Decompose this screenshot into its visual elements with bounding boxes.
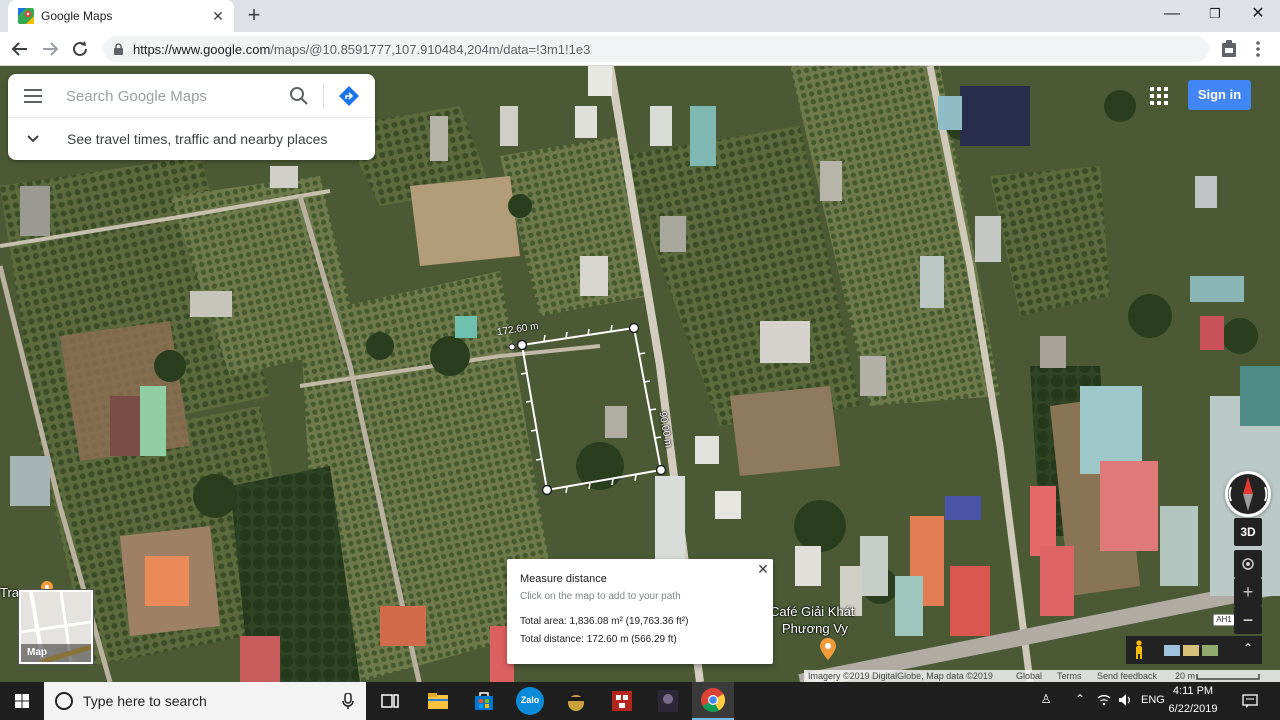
travel-times-text[interactable]: See travel times, traffic and nearby pla… <box>67 131 327 147</box>
imagery-credit: Imagery ©2019 DigitalGlobe, Map data ©20… <box>808 671 993 681</box>
scale-label[interactable]: 20 m <box>1175 671 1195 681</box>
maximize-button[interactable]: ❐ <box>1193 0 1237 30</box>
imagery-thumb-1[interactable] <box>1164 645 1180 656</box>
tab-google-maps[interactable]: Google Maps ✕ <box>8 0 234 32</box>
measure-close-icon[interactable]: ✕ <box>755 561 771 577</box>
google-maps-favicon-icon <box>18 8 34 24</box>
directions-icon[interactable] <box>338 85 360 107</box>
windows-start-icon[interactable] <box>0 682 44 720</box>
scale-bar <box>1196 674 1260 680</box>
map-layer-switcher[interactable]: Map <box>19 590 93 664</box>
measure-title: Measure distance <box>520 573 607 585</box>
place-label-cafe-line2[interactable]: Phương Vy <box>782 621 848 636</box>
imagery-thumb-2[interactable] <box>1183 645 1199 656</box>
place-label-cafe[interactable]: Café Giải Khát <box>770 604 855 619</box>
sign-in-button[interactable]: Sign in <box>1188 80 1251 110</box>
travel-times-row[interactable]: See travel times, traffic and nearby pla… <box>8 118 375 160</box>
cortana-icon <box>55 692 73 710</box>
zoom-out-button[interactable]: − <box>1234 606 1262 634</box>
attribution-bar: Imagery ©2019 DigitalGlobe, Map data ©20… <box>804 670 1280 682</box>
send-feedback-link[interactable]: Send feedback <box>1097 671 1157 681</box>
windows-taskbar: Type here to search Zalo ♙ ⌃ ENG 4:11 PM… <box>0 682 1280 720</box>
input-language[interactable]: ENG <box>1141 694 1165 706</box>
browser-toolbar: https://www.google.com/maps/@10.8591777,… <box>0 32 1280 66</box>
global-link[interactable]: Global <box>1016 671 1042 681</box>
place-marker-icon[interactable] <box>820 638 836 660</box>
app-icon-hat[interactable] <box>562 687 590 715</box>
tab-close-icon[interactable]: ✕ <box>208 6 228 26</box>
my-location-button[interactable] <box>1234 550 1262 578</box>
forward-arrow-icon[interactable] <box>38 37 62 61</box>
search-input[interactable] <box>66 85 278 107</box>
clock-date[interactable]: 6/22/2019 <box>1163 703 1223 715</box>
measure-distance-card: Measure distance Click on the map to add… <box>507 559 773 664</box>
address-bar[interactable]: https://www.google.com/maps/@10.8591777,… <box>103 36 1209 62</box>
lock-icon <box>114 43 123 55</box>
place-label-left[interactable]: Tra <box>0 585 19 600</box>
3d-toggle-button[interactable]: 3D <box>1234 518 1262 546</box>
wifi-icon[interactable] <box>1096 692 1112 708</box>
file-explorer-icon[interactable] <box>424 687 452 715</box>
imagery-controls: ⌃ <box>1126 636 1262 664</box>
zalo-label: Zalo <box>520 695 540 705</box>
location-icon <box>1242 558 1254 570</box>
road-shield-ah1: AH1 <box>1213 614 1235 626</box>
google-apps-icon[interactable] <box>1149 86 1169 106</box>
window-close-button[interactable]: ✕ <box>1236 0 1280 30</box>
people-icon[interactable]: ♙ <box>1038 692 1054 708</box>
new-tab-button[interactable]: + <box>243 4 265 27</box>
task-view-icon[interactable] <box>376 687 404 715</box>
measure-total-distance: Total distance: 172.60 m (566.29 ft) <box>520 634 677 645</box>
chrome-icon <box>701 688 726 713</box>
url-host: https://www.google.com <box>133 42 271 57</box>
url-text: https://www.google.com/maps/@10.8591777,… <box>133 42 590 57</box>
more-menu-icon[interactable] <box>1254 40 1262 58</box>
app-icon-game[interactable] <box>654 687 682 715</box>
chevron-down-icon[interactable] <box>26 131 40 145</box>
url-path: /maps/@10.8591777,107.910484,204m/data=!… <box>270 42 591 57</box>
zoom-in-button[interactable]: + <box>1234 578 1262 606</box>
tab-title: Google Maps <box>41 9 113 23</box>
store-icon[interactable] <box>470 687 498 715</box>
terms-link[interactable]: Terms <box>1057 671 1082 681</box>
search-panel: See travel times, traffic and nearby pla… <box>8 74 375 160</box>
zalo-app-icon[interactable]: Zalo <box>516 687 544 715</box>
compass-icon <box>1228 474 1268 514</box>
extension-icon[interactable] <box>1221 40 1237 58</box>
minimize-button[interactable]: — <box>1150 0 1194 30</box>
taskbar-search-box[interactable]: Type here to search <box>44 682 366 720</box>
taskbar-search-placeholder: Type here to search <box>83 693 207 709</box>
reload-icon[interactable] <box>68 37 92 61</box>
pegman-icon[interactable] <box>1132 640 1146 660</box>
clock-time[interactable]: 4:11 PM <box>1163 685 1223 697</box>
search-icon[interactable] <box>289 86 309 106</box>
measure-total-area: Total area: 1,836.08 m² (19,763.36 ft²) <box>520 616 689 627</box>
expand-chevron-icon[interactable]: ⌃ <box>1240 641 1256 659</box>
app-icon-network[interactable] <box>608 687 636 715</box>
hamburger-menu-icon[interactable] <box>22 87 44 105</box>
compass-control[interactable] <box>1225 471 1271 517</box>
tray-overflow-icon[interactable]: ⌃ <box>1072 692 1088 708</box>
notification-icon[interactable] <box>1241 692 1259 710</box>
satellite-map[interactable]: 172.60 m 90.00 m Café Giải Khát Phương V… <box>0 66 1280 682</box>
imagery-thumb-3[interactable] <box>1202 645 1218 656</box>
tab-bar: Google Maps ✕ + — ❐ ✕ <box>0 0 1280 32</box>
volume-icon[interactable] <box>1117 692 1133 708</box>
microphone-icon[interactable] <box>342 693 354 709</box>
search-row <box>8 74 375 118</box>
measure-hint: Click on the map to add to your path <box>520 591 681 602</box>
back-arrow-icon[interactable] <box>8 37 32 61</box>
search-divider <box>323 84 324 108</box>
chrome-taskbar-button[interactable] <box>692 682 734 720</box>
minimap-label: Map <box>27 647 47 658</box>
